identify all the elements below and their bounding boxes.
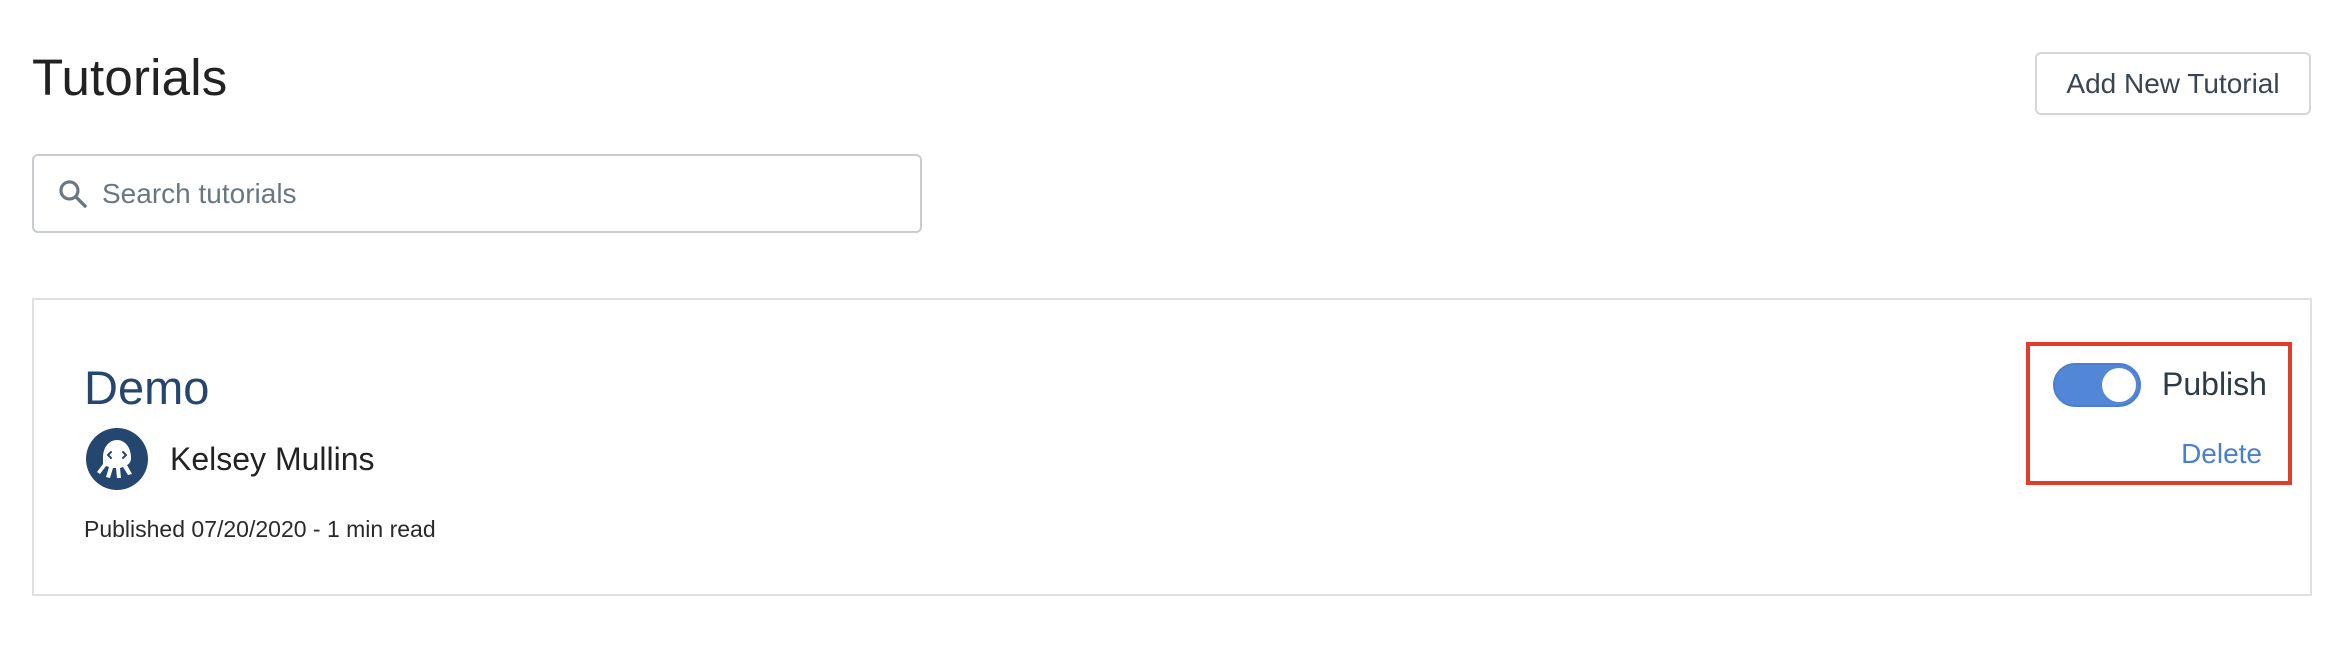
author-row: Kelsey Mullins: [86, 428, 375, 490]
search-input[interactable]: [102, 156, 920, 231]
tutorial-title[interactable]: Demo: [84, 360, 209, 415]
publish-toggle[interactable]: [2053, 363, 2141, 407]
page-title: Tutorials: [32, 49, 228, 106]
toggle-knob: [2102, 368, 2136, 402]
delete-link[interactable]: Delete: [2181, 438, 2262, 470]
tutorial-actions: Publish Delete: [2026, 342, 2292, 485]
add-new-tutorial-button[interactable]: Add New Tutorial: [2035, 52, 2311, 115]
publish-label: Publish: [2162, 366, 2267, 402]
search-icon: [59, 179, 87, 208]
octopus-avatar-icon: [86, 428, 148, 490]
tutorial-card: Demo Kelsey Mullins Published 07/20/2020…: [32, 298, 2312, 596]
search-box[interactable]: [32, 154, 922, 233]
published-info: Published 07/20/2020 - 1 min read: [84, 516, 436, 542]
tutorials-page: Tutorials Add New Tutorial Demo Kelsey M…: [0, 0, 2352, 656]
author-name: Kelsey Mullins: [170, 440, 375, 477]
